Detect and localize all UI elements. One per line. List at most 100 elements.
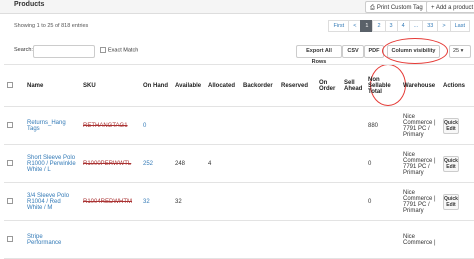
backorder-cell	[240, 106, 278, 145]
reserved-cell	[278, 182, 316, 221]
on-order-cell	[316, 106, 341, 145]
page-last[interactable]: Last	[449, 20, 470, 32]
col-non-sellable-total[interactable]: Non Sellable Total	[365, 64, 400, 107]
non-sellable-cell: 880	[365, 106, 400, 145]
row-select[interactable]	[4, 106, 24, 145]
warehouse-cell: Nice Commerce | 7791 PC / Primary	[400, 144, 440, 183]
row-checkbox[interactable]	[7, 235, 13, 242]
table-row: Returns_Hang Tags RETHANGTAG1 0 880 Nice…	[4, 106, 474, 145]
panel-header: Products ⎙ Print Custom Tag + Add a produ…	[0, 0, 474, 14]
products-table: Name SKU On Hand Available Allocated Bac…	[4, 64, 474, 259]
sell-ahead-cell	[341, 220, 365, 259]
non-sellable-cell: 0	[365, 182, 400, 221]
non-sellable-cell	[365, 220, 400, 259]
warehouse-cell: Nice Commerce | 7791 PC / Primary	[400, 106, 440, 145]
add-product-button[interactable]: + Add a product	[426, 1, 474, 13]
pdf-button[interactable]: PDF	[364, 45, 384, 58]
on-order-cell	[316, 182, 341, 221]
page-33[interactable]: 33	[422, 20, 439, 32]
annotation-circle	[382, 38, 448, 64]
table-row: Short Sleeve Polo R1000 / Perwinkle Whit…	[4, 144, 474, 183]
on-hand-cell[interactable]	[140, 220, 172, 259]
select-all-header[interactable]	[4, 64, 24, 107]
add-product-label: + Add a product	[431, 5, 474, 11]
row-checkbox[interactable]	[7, 121, 13, 128]
sell-ahead-cell	[341, 106, 365, 145]
sell-ahead-cell	[341, 144, 365, 183]
print-custom-tag-label: Print Custom Tag	[376, 5, 423, 11]
col-on-hand[interactable]: On Hand	[140, 64, 172, 107]
row-checkbox[interactable]	[7, 197, 13, 204]
col-reserved[interactable]: Reserved	[278, 64, 316, 107]
sku-cell: R1004REDWHTM	[80, 182, 140, 221]
col-name[interactable]: Name	[24, 64, 80, 107]
on-hand-cell[interactable]: 0	[140, 106, 172, 145]
col-on-order[interactable]: On Order	[316, 64, 341, 107]
panel-title: Products	[14, 1, 45, 8]
print-icon: ⎙	[370, 5, 375, 11]
col-actions: Actions	[440, 64, 474, 107]
exact-match-label: Exact Match	[108, 47, 139, 54]
page-ellipsis: ...	[408, 20, 424, 32]
actions-cell	[440, 220, 474, 259]
col-backorder[interactable]: Backorder	[240, 64, 278, 107]
product-name-link[interactable]: 3/4 Sleeve Polo R1004 / Red White / M	[27, 193, 69, 211]
allocated-cell	[205, 220, 240, 259]
table-row: 3/4 Sleeve Polo R1004 / Red White / M R1…	[4, 182, 474, 221]
search-input[interactable]	[33, 45, 95, 58]
product-name-link[interactable]: Returns_Hang Tags	[27, 120, 66, 132]
row-select[interactable]	[4, 144, 24, 183]
warehouse-cell: Nice Commerce | 7791 PC / Primary	[400, 182, 440, 221]
on-order-cell	[316, 144, 341, 183]
backorder-cell	[240, 220, 278, 259]
on-hand-cell[interactable]: 32	[140, 182, 172, 221]
reserved-cell	[278, 144, 316, 183]
page-length-select[interactable]: 25 ▾	[449, 45, 471, 58]
table-header-row: Name SKU On Hand Available Allocated Bac…	[4, 64, 474, 107]
quick-edit-button[interactable]: Quick Edit	[443, 155, 459, 172]
csv-button[interactable]: CSV	[342, 45, 364, 58]
pagination: First < 1 2 3 4 ... 33 > Last	[328, 20, 470, 32]
reserved-cell	[278, 220, 316, 259]
table-row: Stripe Performance Nice Commerce |	[4, 220, 474, 259]
product-name-link[interactable]: Short Sleeve Polo R1000 / Perwinkle Whit…	[27, 155, 76, 173]
select-all-checkbox[interactable]	[7, 81, 13, 88]
quick-edit-button[interactable]: Quick Edit	[443, 117, 459, 134]
sku-cell: R1000PERWWTL	[80, 144, 140, 183]
non-sellable-cell: 0	[365, 144, 400, 183]
product-name-link[interactable]: Stripe Performance	[27, 234, 61, 246]
allocated-cell	[205, 106, 240, 145]
row-select[interactable]	[4, 182, 24, 221]
warehouse-cell: Nice Commerce |	[400, 220, 440, 259]
col-sku[interactable]: SKU	[80, 64, 140, 107]
row-checkbox[interactable]	[7, 159, 13, 166]
sku-cell: RETHANGTAG1	[80, 106, 140, 145]
exact-match-checkbox[interactable]	[100, 47, 106, 53]
available-cell	[172, 220, 205, 259]
sku-cell	[80, 220, 140, 259]
on-hand-cell[interactable]: 252	[140, 144, 172, 183]
col-available[interactable]: Available	[172, 64, 205, 107]
search-label: Search:	[14, 47, 33, 53]
page-first[interactable]: First	[328, 20, 350, 32]
entries-info: Showing 1 to 25 of 818 entries	[14, 23, 89, 29]
col-allocated[interactable]: Allocated	[205, 64, 240, 107]
available-cell: 32	[172, 182, 205, 221]
available-cell	[172, 106, 205, 145]
sell-ahead-cell	[341, 182, 365, 221]
allocated-cell	[205, 182, 240, 221]
allocated-cell: 4	[205, 144, 240, 183]
col-warehouse[interactable]: Warehouse	[400, 64, 440, 107]
print-custom-tag-button[interactable]: ⎙ Print Custom Tag	[365, 1, 428, 13]
exact-match-toggle[interactable]: Exact Match	[100, 47, 138, 53]
on-order-cell	[316, 220, 341, 259]
col-sell-ahead[interactable]: Sell Ahead	[341, 64, 365, 107]
backorder-cell	[240, 144, 278, 183]
quick-edit-button[interactable]: Quick Edit	[443, 193, 459, 210]
reserved-cell	[278, 106, 316, 145]
available-cell: 248	[172, 144, 205, 183]
export-all-rows-button[interactable]: Export All Rows	[296, 45, 342, 65]
page-length-value: 25	[453, 48, 460, 54]
backorder-cell	[240, 182, 278, 221]
row-select[interactable]	[4, 220, 24, 259]
